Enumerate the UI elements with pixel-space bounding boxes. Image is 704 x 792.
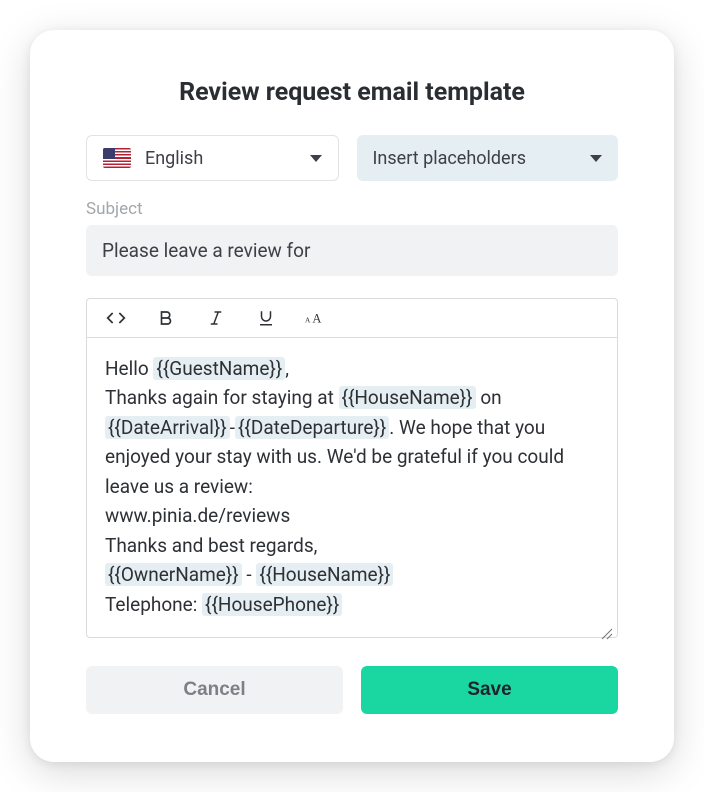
cancel-button[interactable]: Cancel bbox=[86, 666, 343, 714]
subject-input[interactable]: Please leave a review for bbox=[86, 225, 618, 276]
subject-label: Subject bbox=[86, 199, 618, 219]
placeholder-housename: {{HouseName}} bbox=[339, 386, 476, 409]
language-select[interactable]: English bbox=[86, 135, 339, 181]
insert-placeholders-select[interactable]: Insert placeholders bbox=[357, 135, 618, 181]
body-line: Hello {{GuestName}}, bbox=[105, 354, 599, 383]
save-button[interactable]: Save bbox=[361, 666, 618, 714]
body-line: Telephone: {{HousePhone}} bbox=[105, 590, 599, 619]
subject-value: Please leave a review for bbox=[102, 239, 310, 262]
top-controls-row: English Insert placeholders bbox=[86, 135, 618, 181]
placeholder-housename: {{HouseName}} bbox=[256, 563, 393, 586]
body-line: www.pinia.de/reviews bbox=[105, 501, 599, 530]
text-fragment: Hello bbox=[105, 357, 153, 380]
resize-handle-icon[interactable] bbox=[599, 619, 613, 633]
body-line: {{OwnerName}} - {{HouseName}} bbox=[105, 560, 599, 589]
placeholder-ownername: {{OwnerName}} bbox=[105, 563, 242, 586]
us-flag-icon bbox=[103, 148, 131, 168]
body-line: Thanks again for staying at {{HouseName}… bbox=[105, 383, 599, 501]
text-fragment: on bbox=[476, 386, 502, 409]
placeholder-guestname: {{GuestName}} bbox=[153, 357, 285, 380]
placeholders-dropdown-label: Insert placeholders bbox=[373, 148, 526, 169]
dialog-button-row: Cancel Save bbox=[86, 666, 618, 714]
underline-button[interactable] bbox=[255, 307, 277, 329]
dialog-title: Review request email template bbox=[86, 78, 618, 107]
svg-text:A: A bbox=[305, 315, 311, 324]
placeholder-housephone: {{HousePhone}} bbox=[202, 593, 342, 616]
editor-content[interactable]: Hello {{GuestName}}, Thanks again for st… bbox=[87, 338, 617, 637]
text-fragment: Telephone: bbox=[105, 593, 202, 616]
email-template-dialog: Review request email template English In… bbox=[30, 30, 674, 762]
placeholder-datedeparture: {{DateDeparture}} bbox=[235, 416, 389, 439]
text-fragment: , bbox=[285, 357, 289, 380]
body-line: Thanks and best regards, bbox=[105, 531, 599, 560]
placeholder-datearrival: {{DateArrival}} bbox=[105, 416, 230, 439]
svg-text:A: A bbox=[312, 311, 321, 325]
italic-button[interactable] bbox=[205, 307, 227, 329]
text-fragment: - bbox=[242, 563, 257, 586]
rich-text-editor: A A Hello {{GuestName}}, Thanks again fo… bbox=[86, 298, 618, 638]
language-selected-label: English bbox=[145, 148, 203, 169]
bold-button[interactable] bbox=[155, 307, 177, 329]
chevron-down-icon bbox=[590, 155, 602, 162]
editor-toolbar: A A bbox=[87, 299, 617, 338]
font-size-button[interactable]: A A bbox=[305, 307, 327, 329]
text-fragment: Thanks again for staying at bbox=[105, 386, 339, 409]
code-view-button[interactable] bbox=[105, 307, 127, 329]
chevron-down-icon bbox=[310, 155, 322, 162]
